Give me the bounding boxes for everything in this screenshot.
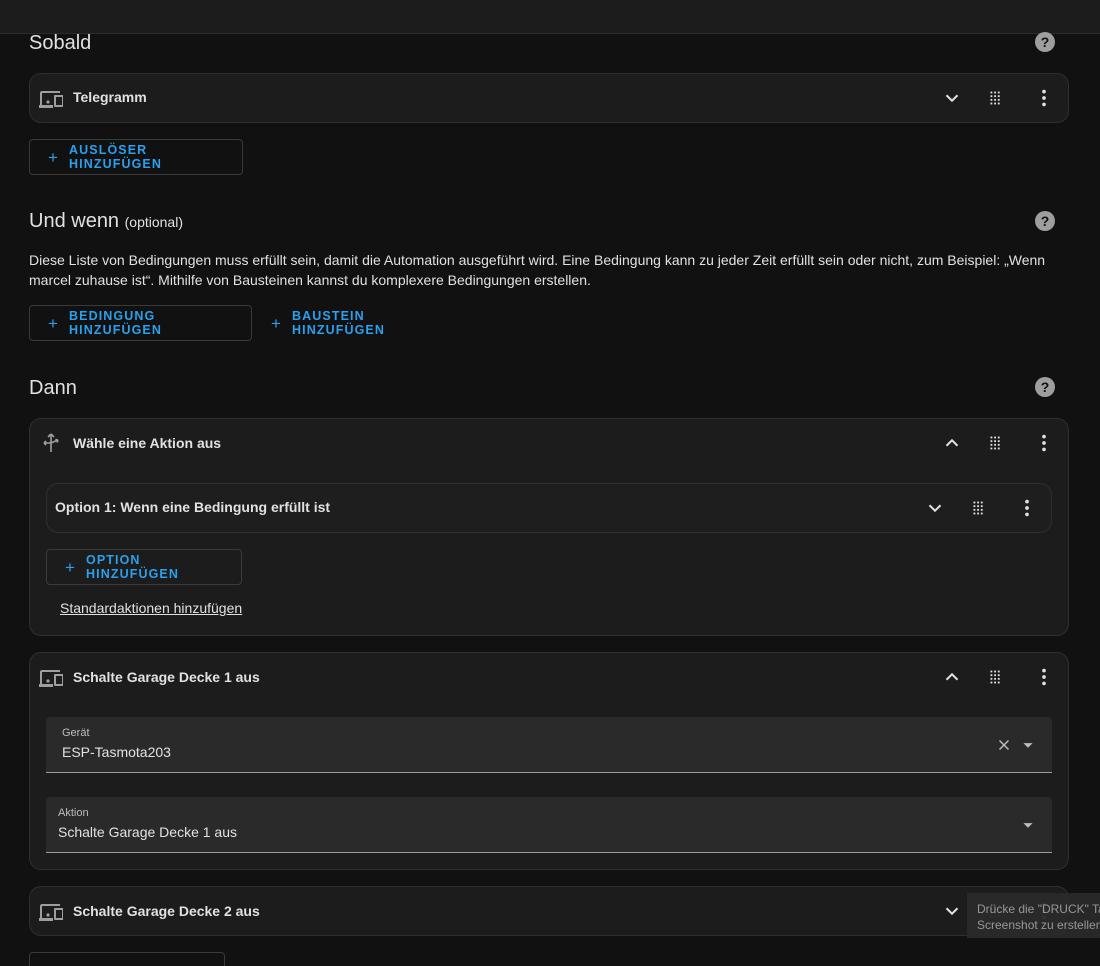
add-condition-button[interactable]: + BEDINGUNG HINZUFÜGEN [29, 305, 252, 341]
add-action-button-partial[interactable] [29, 952, 225, 966]
plus-icon: + [271, 313, 283, 333]
expand-chevron-down-icon[interactable] [940, 899, 964, 923]
dropdown-caret-icon[interactable] [1016, 733, 1040, 757]
help-icon[interactable]: ? [1035, 32, 1055, 52]
add-trigger-button[interactable]: + AUSLÖSER HINZUFÜGEN [29, 139, 243, 175]
device-icon [39, 666, 63, 690]
device-field-value: ESP-Tasmota203 [62, 744, 171, 760]
add-building-block-label: BAUSTEIN HINZUFÜGEN [292, 309, 385, 337]
help-icon[interactable]: ? [1035, 377, 1055, 397]
device-action-card-2[interactable]: Schalte Garage Decke 2 aus [29, 886, 1069, 936]
arrow-decision-icon [39, 431, 63, 455]
device-icon [39, 87, 63, 111]
collapse-chevron-up-icon[interactable] [940, 431, 964, 455]
help-icon[interactable]: ? [1035, 211, 1055, 231]
trigger-section-title: Sobald [29, 32, 92, 54]
action-select[interactable]: Aktion Schalte Garage Decke 1 aus [46, 797, 1052, 853]
more-options-icon[interactable] [1032, 86, 1056, 110]
collapse-chevron-up-icon[interactable] [940, 665, 964, 689]
trigger-title: Telegramm [73, 89, 147, 105]
more-options-icon[interactable] [1015, 496, 1039, 520]
clear-close-icon[interactable] [994, 735, 1014, 755]
option-1-title: Option 1: Wenn eine Bedingung erfüllt is… [55, 499, 331, 515]
device-select[interactable]: Gerät ESP-Tasmota203 [46, 717, 1052, 773]
choose-action-title: Wähle eine Aktion aus [73, 435, 222, 451]
trigger-card[interactable]: Telegramm [29, 73, 1069, 123]
top-app-bar [0, 0, 1100, 34]
choose-action-card: Wähle eine Aktion aus Option 1: Wenn ein… [29, 418, 1069, 636]
dropdown-caret-icon[interactable] [1016, 813, 1040, 837]
device-icon [39, 900, 63, 924]
add-building-block-button[interactable]: + BAUSTEIN HINZUFÜGEN [252, 305, 462, 341]
toast-line-1: Drücke die "DRUCK" Ta [977, 902, 1100, 916]
add-default-actions-link[interactable]: Standardaktionen hinzufügen [60, 600, 242, 616]
drag-handle-icon[interactable] [984, 431, 1008, 455]
action-field-label: Aktion [58, 807, 89, 819]
condition-description: Diese Liste von Bedingungen muss erfüllt… [29, 252, 1046, 288]
screenshot-toast: Drücke die "DRUCK" Ta Screenshot zu erst… [967, 893, 1100, 938]
add-condition-label: BEDINGUNG HINZUFÜGEN [69, 309, 162, 337]
device-action-2-title: Schalte Garage Decke 2 aus [73, 903, 260, 919]
action-section-title: Dann [29, 377, 77, 399]
more-options-icon[interactable] [1032, 665, 1056, 689]
device-field-label: Gerät [62, 727, 90, 739]
condition-title-text: Und wenn [29, 210, 120, 232]
expand-chevron-down-icon[interactable] [923, 496, 947, 520]
plus-icon: + [65, 557, 77, 577]
optional-hint: (optional) [124, 214, 183, 230]
drag-handle-icon[interactable] [984, 665, 1008, 689]
action-field-value: Schalte Garage Decke 1 aus [58, 824, 237, 840]
add-option-button[interactable]: + OPTION HINZUFÜGEN [46, 549, 242, 585]
device-action-1-title: Schalte Garage Decke 1 aus [73, 669, 260, 685]
condition-section-title: Und wenn (optional) [29, 210, 183, 233]
add-option-label: OPTION HINZUFÜGEN [86, 553, 179, 581]
expand-chevron-down-icon[interactable] [940, 86, 964, 110]
device-action-card-1: Schalte Garage Decke 1 aus Gerät ESP-Tas… [29, 652, 1069, 870]
plus-icon: + [48, 313, 60, 333]
drag-handle-icon[interactable] [967, 496, 991, 520]
toast-line-2: Screenshot zu erstellen [977, 918, 1100, 932]
drag-handle-icon[interactable] [984, 86, 1008, 110]
option-1-card[interactable]: Option 1: Wenn eine Bedingung erfüllt is… [46, 483, 1052, 533]
plus-icon: + [48, 147, 60, 167]
more-options-icon[interactable] [1032, 431, 1056, 455]
add-trigger-label: AUSLÖSER HINZUFÜGEN [69, 143, 162, 171]
